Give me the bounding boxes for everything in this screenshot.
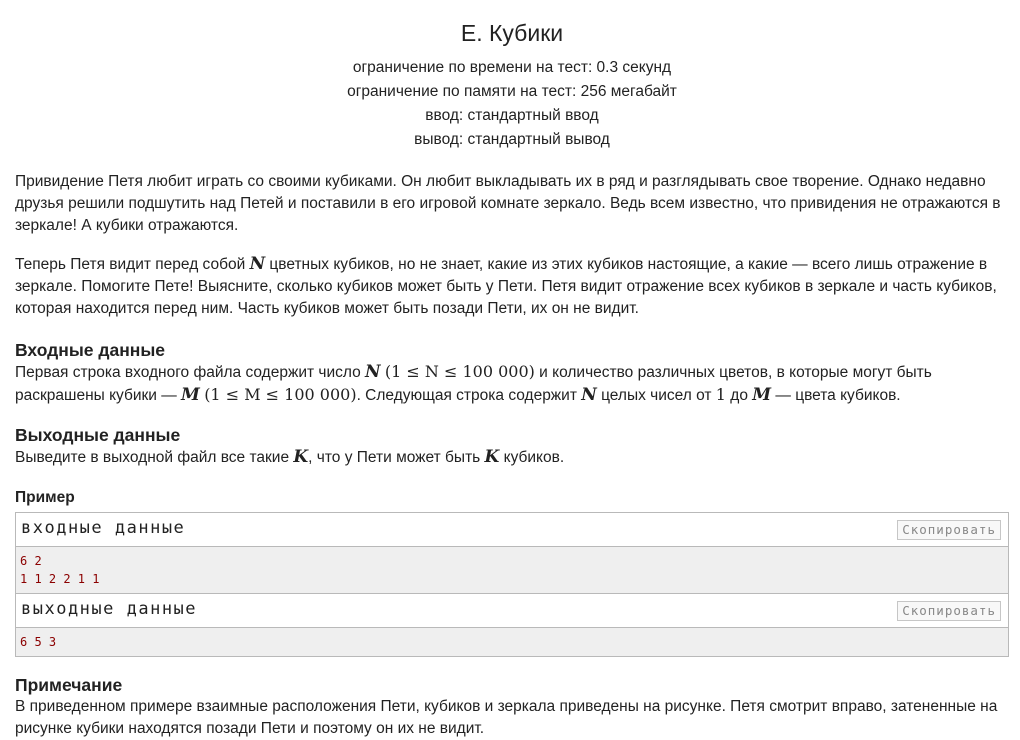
output-text: кубиков. [499,449,565,466]
sample-input-header: входные данные Скопировать [16,513,1008,547]
math-var-m: M [181,385,200,405]
output-text: Выведите в выходной файл все такие [15,449,294,466]
example-title: Пример [15,489,75,506]
input-file: ввод: стандартный ввод [425,107,599,124]
input-text: целых чисел от [596,387,716,404]
sample-input-label: входные данные [21,518,186,538]
sample-output-line: 6 5 3 [20,635,57,649]
output-section-text: Выведите в выходной файл все такие K, чт… [15,446,1009,469]
math-var-n: N [249,254,266,274]
math-range-m: (1 ≤ M ≤ 100 000) [204,385,357,404]
input-section-text: Первая строка входного файла содержит чи… [15,361,1009,407]
problem-limits: ограничение по времени на тест: 0.3 секу… [15,56,1009,152]
copy-output-button[interactable]: Скопировать [897,601,1001,621]
input-text: . Следующая строка содержит [356,387,582,404]
math-var-k: K [484,447,500,467]
output-section: Выходные данные Выведите в выходной файл… [15,424,1009,469]
math-var-n: N [365,362,381,382]
input-text: — цвета кубиков. [771,387,901,404]
copy-input-button[interactable]: Скопировать [897,520,1001,540]
memory-limit: ограничение по памяти на тест: 256 мегаб… [347,83,677,100]
output-file: вывод: стандартный вывод [414,131,610,148]
sample-input-line: 6 2 [20,554,42,568]
output-text: , что у Пети может быть [308,449,485,466]
note-section: Примечание В приведенном примере взаимны… [15,674,1009,740]
math-var-m: M [752,385,772,405]
statement-text: Теперь Петя видит перед собой [15,256,250,273]
sample-output-label: выходные данные [21,599,198,619]
problem-title: E. Кубики [460,20,564,46]
input-section-title: Входные данные [15,340,166,360]
sample-input-content[interactable]: 6 2 1 1 2 2 1 1 [16,547,1008,594]
sample-output-content[interactable]: 6 5 3 [16,628,1008,656]
note-title: Примечание [15,675,123,695]
sample-input-line: 1 1 2 2 1 1 [20,572,100,586]
math-var-k: K [293,447,309,467]
sample-test: входные данные Скопировать 6 2 1 1 2 2 1 … [15,512,1009,657]
input-text: до [725,387,753,404]
math-var-n: N [581,385,597,405]
sample-output-header: выходные данные Скопировать [16,594,1008,628]
math-one: 1 [715,385,726,404]
statement-paragraph-2: Теперь Петя видит перед собой N цветных … [15,253,1009,320]
problem-header: E. Кубики ограничение по времени на тест… [15,19,1009,152]
note-text: В приведенном примере взаимные расположе… [15,698,998,737]
example-section: Пример входные данные Скопировать 6 2 1 1… [15,488,1009,657]
input-section: Входные данные Первая строка входного фа… [15,339,1009,407]
math-range-n: (1 ≤ N ≤ 100 000) [384,362,535,381]
output-section-title: Выходные данные [15,425,181,445]
input-text: Первая строка входного файла содержит чи… [15,364,366,381]
problem-statement: E. Кубики ограничение по времени на тест… [15,0,1009,740]
time-limit: ограничение по времени на тест: 0.3 секу… [352,59,672,76]
statement-paragraph-1: Привидение Петя любит играть со своими к… [15,173,1001,234]
